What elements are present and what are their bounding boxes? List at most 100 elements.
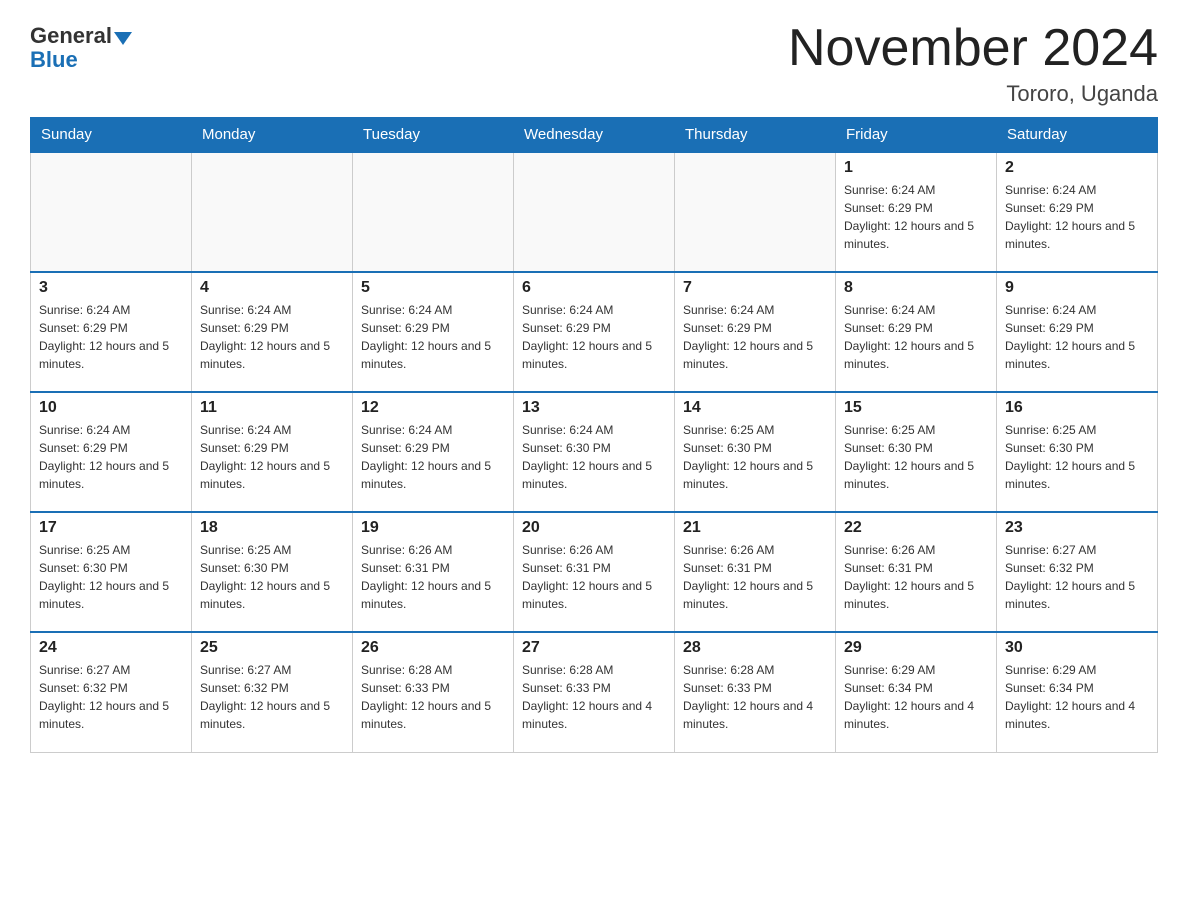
- calendar-cell: 22Sunrise: 6:26 AMSunset: 6:31 PMDayligh…: [836, 512, 997, 632]
- weekday-header-sunday: Sunday: [31, 118, 192, 153]
- day-number: 10: [39, 399, 183, 417]
- day-number: 24: [39, 639, 183, 657]
- day-info: Sunrise: 6:24 AMSunset: 6:29 PMDaylight:…: [1005, 301, 1149, 373]
- day-info: Sunrise: 6:25 AMSunset: 6:30 PMDaylight:…: [1005, 421, 1149, 493]
- day-number: 14: [683, 399, 827, 417]
- calendar-cell: 29 Sunrise: 6:29 AMSunset: 6:34 PMDayligh…: [836, 632, 997, 752]
- day-number: 16: [1005, 399, 1149, 417]
- week-row-5: 24 Sunrise: 6:27 AMSunset: 6:32 PMDayligh…: [31, 632, 1158, 752]
- page-header: General Blue November 2024 Tororo, Ugand…: [30, 20, 1158, 107]
- logo-blue: Blue: [30, 47, 78, 72]
- week-row-4: 17Sunrise: 6:25 AMSunset: 6:30 PMDayligh…: [31, 512, 1158, 632]
- day-number: 15: [844, 399, 988, 417]
- day-number: 7: [683, 279, 827, 297]
- calendar-cell: [353, 152, 514, 272]
- day-info: Sunrise: 6:25 AMSunset: 6:30 PMDaylight:…: [39, 541, 183, 613]
- weekday-header-monday: Monday: [192, 118, 353, 153]
- day-info: Sunrise: 6:28 AMSunset: 6:33 PMDaylight:…: [522, 661, 666, 733]
- day-number: 3: [39, 279, 183, 297]
- calendar-cell: 16 Sunrise: 6:25 AMSunset: 6:30 PMDayligh…: [997, 392, 1158, 512]
- day-number: 5: [361, 279, 505, 297]
- calendar-cell: 1Sunrise: 6:24 AMSunset: 6:29 PMDaylight…: [836, 152, 997, 272]
- calendar-cell: 19 Sunrise: 6:26 AMSunset: 6:31 PMDayligh…: [353, 512, 514, 632]
- calendar-cell: 26 Sunrise: 6:28 AMSunset: 6:33 PMDayligh…: [353, 632, 514, 752]
- calendar-cell: 18 Sunrise: 6:25 AMSunset: 6:30 PMDayligh…: [192, 512, 353, 632]
- day-info: Sunrise: 6:28 AMSunset: 6:33 PMDaylight:…: [683, 661, 827, 733]
- calendar-cell: 17Sunrise: 6:25 AMSunset: 6:30 PMDayligh…: [31, 512, 192, 632]
- calendar-cell: 2 Sunrise: 6:24 AMSunset: 6:29 PMDaylight…: [997, 152, 1158, 272]
- day-info: Sunrise: 6:24 AMSunset: 6:29 PMDaylight:…: [361, 421, 505, 493]
- day-number: 12: [361, 399, 505, 417]
- day-info: Sunrise: 6:24 AMSunset: 6:29 PMDaylight:…: [1005, 181, 1149, 253]
- calendar-cell: 13 Sunrise: 6:24 AMSunset: 6:30 PMDayligh…: [514, 392, 675, 512]
- day-info: Sunrise: 6:29 AMSunset: 6:34 PMDaylight:…: [1005, 661, 1149, 733]
- day-number: 1: [844, 159, 988, 177]
- month-title: November 2024: [788, 20, 1158, 77]
- weekday-header-wednesday: Wednesday: [514, 118, 675, 153]
- day-number: 27: [522, 639, 666, 657]
- weekday-header-thursday: Thursday: [675, 118, 836, 153]
- day-number: 21: [683, 519, 827, 537]
- week-row-3: 10 Sunrise: 6:24 AMSunset: 6:29 PMDayligh…: [31, 392, 1158, 512]
- day-number: 18: [200, 519, 344, 537]
- day-number: 11: [200, 399, 344, 417]
- day-number: 22: [844, 519, 988, 537]
- calendar-cell: 11Sunrise: 6:24 AMSunset: 6:29 PMDayligh…: [192, 392, 353, 512]
- calendar-cell: [192, 152, 353, 272]
- day-info: Sunrise: 6:24 AMSunset: 6:29 PMDaylight:…: [844, 301, 988, 373]
- calendar-cell: [31, 152, 192, 272]
- day-number: 25: [200, 639, 344, 657]
- day-info: Sunrise: 6:26 AMSunset: 6:31 PMDaylight:…: [522, 541, 666, 613]
- calendar-cell: 24Sunrise: 6:27 AMSunset: 6:32 PMDayligh…: [31, 632, 192, 752]
- calendar-cell: 21Sunrise: 6:26 AMSunset: 6:31 PMDayligh…: [675, 512, 836, 632]
- day-info: Sunrise: 6:29 AMSunset: 6:34 PMDaylight:…: [844, 661, 988, 733]
- day-info: Sunrise: 6:27 AMSunset: 6:32 PMDaylight:…: [200, 661, 344, 733]
- calendar-cell: 27 Sunrise: 6:28 AMSunset: 6:33 PMDayligh…: [514, 632, 675, 752]
- calendar-cell: 8 Sunrise: 6:24 AMSunset: 6:29 PMDaylight…: [836, 272, 997, 392]
- day-number: 13: [522, 399, 666, 417]
- calendar-cell: 12 Sunrise: 6:24 AMSunset: 6:29 PMDayligh…: [353, 392, 514, 512]
- day-number: 19: [361, 519, 505, 537]
- weekday-header-saturday: Saturday: [997, 118, 1158, 153]
- day-info: Sunrise: 6:26 AMSunset: 6:31 PMDaylight:…: [361, 541, 505, 613]
- day-info: Sunrise: 6:25 AMSunset: 6:30 PMDaylight:…: [683, 421, 827, 493]
- calendar-table: SundayMondayTuesdayWednesdayThursdayFrid…: [30, 117, 1158, 753]
- calendar-cell: 23 Sunrise: 6:27 AMSunset: 6:32 PMDayligh…: [997, 512, 1158, 632]
- calendar-cell: 30Sunrise: 6:29 AMSunset: 6:34 PMDayligh…: [997, 632, 1158, 752]
- logo-triangle-icon: [114, 32, 132, 45]
- day-info: Sunrise: 6:27 AMSunset: 6:32 PMDaylight:…: [1005, 541, 1149, 613]
- calendar-cell: 9 Sunrise: 6:24 AMSunset: 6:29 PMDaylight…: [997, 272, 1158, 392]
- calendar-header-row: SundayMondayTuesdayWednesdayThursdayFrid…: [31, 118, 1158, 153]
- day-number: 29: [844, 639, 988, 657]
- day-number: 9: [1005, 279, 1149, 297]
- calendar-cell: [514, 152, 675, 272]
- day-number: 8: [844, 279, 988, 297]
- logo: General Blue: [30, 20, 132, 73]
- week-row-1: 1 Sunrise: 6:24 AMSunset: 6:29 PMDaylight…: [31, 152, 1158, 272]
- day-info: Sunrise: 6:25 AMSunset: 6:30 PMDaylight:…: [200, 541, 344, 613]
- day-info: Sunrise: 6:24 AMSunset: 6:29 PMDaylight:…: [39, 301, 183, 373]
- calendar-cell: 20Sunrise: 6:26 AMSunset: 6:31 PMDayligh…: [514, 512, 675, 632]
- calendar-cell: 5Sunrise: 6:24 AMSunset: 6:29 PMDaylight…: [353, 272, 514, 392]
- day-number: 28: [683, 639, 827, 657]
- week-row-2: 3 Sunrise: 6:24 AMSunset: 6:29 PMDaylight…: [31, 272, 1158, 392]
- calendar-cell: 28 Sunrise: 6:28 AMSunset: 6:33 PMDayligh…: [675, 632, 836, 752]
- day-number: 23: [1005, 519, 1149, 537]
- calendar-cell: 6Sunrise: 6:24 AMSunset: 6:29 PMDaylight…: [514, 272, 675, 392]
- calendar-cell: 7Sunrise: 6:24 AMSunset: 6:29 PMDaylight…: [675, 272, 836, 392]
- title-block: November 2024 Tororo, Uganda: [788, 20, 1158, 107]
- day-number: 26: [361, 639, 505, 657]
- weekday-header-tuesday: Tuesday: [353, 118, 514, 153]
- calendar-cell: 10Sunrise: 6:24 AMSunset: 6:29 PMDayligh…: [31, 392, 192, 512]
- day-number: 4: [200, 279, 344, 297]
- day-info: Sunrise: 6:24 AMSunset: 6:29 PMDaylight:…: [522, 301, 666, 373]
- calendar-cell: 25 Sunrise: 6:27 AMSunset: 6:32 PMDayligh…: [192, 632, 353, 752]
- calendar-cell: [675, 152, 836, 272]
- day-info: Sunrise: 6:24 AMSunset: 6:29 PMDaylight:…: [200, 301, 344, 373]
- day-info: Sunrise: 6:24 AMSunset: 6:30 PMDaylight:…: [522, 421, 666, 493]
- logo-general: General: [30, 25, 112, 47]
- day-info: Sunrise: 6:28 AMSunset: 6:33 PMDaylight:…: [361, 661, 505, 733]
- calendar-cell: 3 Sunrise: 6:24 AMSunset: 6:29 PMDaylight…: [31, 272, 192, 392]
- day-number: 2: [1005, 159, 1149, 177]
- calendar-cell: 4 Sunrise: 6:24 AMSunset: 6:29 PMDaylight…: [192, 272, 353, 392]
